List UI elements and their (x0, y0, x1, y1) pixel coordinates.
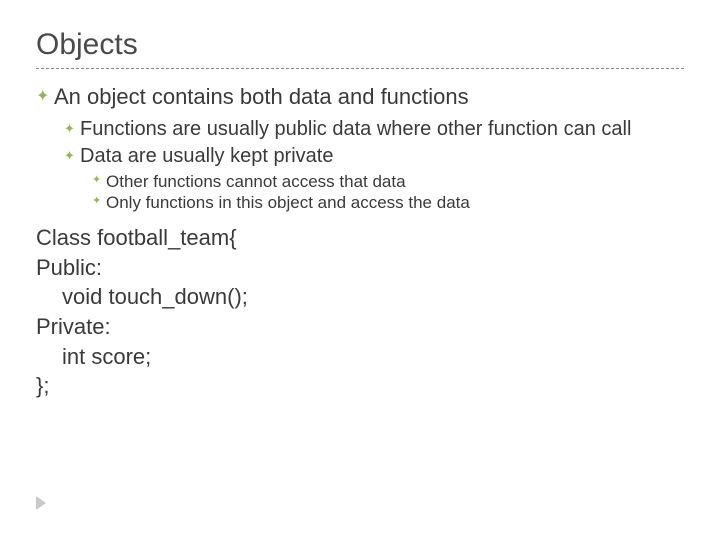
code-block: Class football_team{ Public: void touch_… (36, 223, 684, 401)
bullet-icon: ✦ (92, 196, 106, 207)
bullet-level3: ✦ Only functions in this object and acce… (92, 192, 684, 213)
page-marker-icon (36, 496, 46, 510)
code-line: int score; (36, 342, 684, 372)
bullet-icon: ✦ (36, 89, 54, 105)
code-line: Public: (36, 253, 684, 283)
bullet-text: Data are usually kept private (80, 144, 333, 169)
slide: Objects ✦ An object contains both data a… (0, 0, 720, 540)
bullet-text: Only functions in this object and access… (106, 192, 470, 213)
bullet-icon: ✦ (64, 149, 80, 162)
bullet-icon: ✦ (92, 175, 106, 186)
code-line: }; (36, 371, 684, 401)
bullet-text: Other functions cannot access that data (106, 171, 406, 192)
bullet-level3: ✦ Other functions cannot access that dat… (92, 171, 684, 192)
code-line: Private: (36, 312, 684, 342)
bullet-level2: ✦ Functions are usually public data wher… (64, 117, 684, 142)
code-line: Class football_team{ (36, 223, 684, 253)
code-line: void touch_down(); (36, 282, 684, 312)
bullet-icon: ✦ (64, 122, 80, 135)
bullet-level1: ✦ An object contains both data and funct… (36, 83, 684, 111)
bullet-text: Functions are usually public data where … (80, 117, 631, 142)
slide-title: Objects (36, 28, 684, 62)
bullet-level2: ✦ Data are usually kept private (64, 144, 684, 169)
bullet-text: An object contains both data and functio… (54, 83, 469, 111)
title-divider (36, 68, 684, 69)
